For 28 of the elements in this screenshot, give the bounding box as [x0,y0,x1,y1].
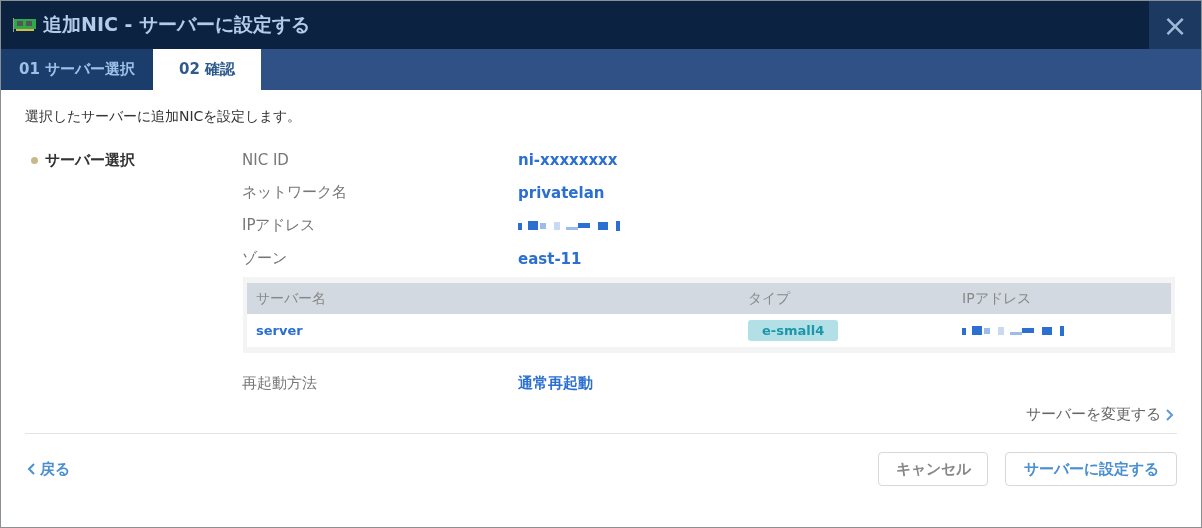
detail-label: ネットワーク名 [241,183,348,202]
detail-label: 再起動方法 [241,374,318,393]
back-link[interactable]: 戻る [40,459,70,479]
step-tab[interactable]: 01 サーバー選択 [1,49,154,90]
cancel-button[interactable]: キャンセル [878,452,988,486]
detail-value: 通常再起動 [518,374,593,393]
step-tab[interactable]: 02 確認 [153,49,262,90]
window-title: 追加NIC - サーバーに設定する [43,12,311,37]
server-name-link[interactable]: server [256,323,303,338]
close-button[interactable]: × [1149,1,1201,49]
column-header: IPアドレス [961,289,1032,308]
column-header: タイプ [747,289,792,308]
detail-value: east-11 [518,249,582,268]
column-header: サーバー名 [255,289,327,308]
detail-label: IPアドレス [241,216,317,235]
detail-value: ni-xxxxxxxx [518,150,618,169]
change-server-link[interactable]: サーバーを変更する [1026,405,1161,424]
detail-label: NIC ID [241,150,290,169]
network-card-icon [13,18,37,32]
chevron-left-icon [27,463,35,475]
submit-button[interactable]: サーバーに設定する [1005,452,1177,486]
detail-label: ゾーン [241,249,288,268]
detail-value: privatelan [518,183,605,202]
intro-text: 選択したサーバーに追加NICを設定します。 [25,108,303,126]
bullet-dot-icon [31,156,38,164]
type-tag: e-small4 [748,320,839,341]
chevron-right-icon [1166,408,1174,421]
section-title: サーバー選択 [45,150,135,170]
